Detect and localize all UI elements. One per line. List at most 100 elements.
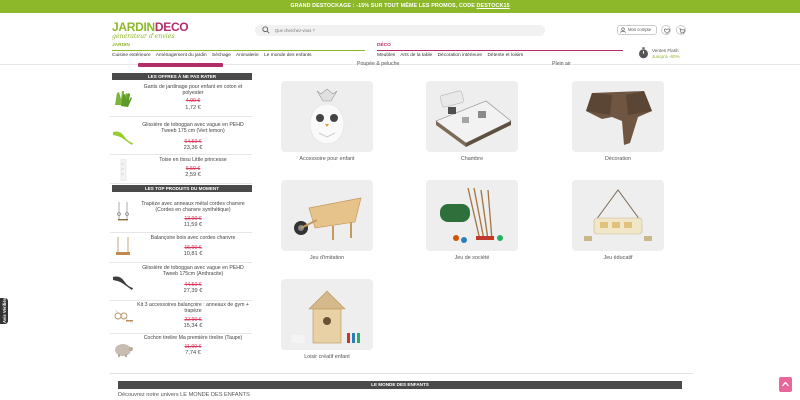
nav-item-amenagement-jardin[interactable]: Aménagement du jardin [156, 53, 207, 58]
sidebar-pink-button[interactable] [138, 63, 223, 67]
section-intro-text: Découvrez notre univers LE MONDE DES ENF… [118, 392, 250, 398]
top-product-new-price: 10,81 € [183, 251, 203, 257]
offers-heading: LES OFFRES À NE PAS RATER [112, 73, 252, 80]
nav-item-detente-loisirs[interactable]: Détente et loisirs [487, 53, 523, 58]
search-icon[interactable] [262, 26, 270, 34]
top-product-name[interactable]: Trapèze avec anneaux métal cordes chanvr… [135, 201, 251, 214]
category-image[interactable] [572, 180, 664, 251]
elephant-head-picture [586, 91, 652, 145]
owl-lamp-picture [309, 88, 345, 145]
account-label: Mon compte [628, 27, 652, 32]
user-icon [620, 27, 626, 33]
category-image[interactable] [426, 180, 518, 251]
cart-button[interactable] [676, 25, 686, 35]
flash-sales-discount: Jusqu'à -60% [652, 53, 680, 59]
nav-deco-divider [377, 50, 623, 51]
logo-jardin: JARDIN [112, 20, 155, 34]
top-product-item[interactable]: Cochon tirelire Ma première tirelire (Ta… [110, 335, 252, 365]
top-product-name[interactable]: Balançoire bois avec cordes chanvre [135, 235, 251, 242]
category-label[interactable]: Chambre [411, 156, 533, 162]
top-product-item[interactable]: Glissière de toboggan avec vague en PEHD… [110, 265, 252, 301]
top-product-item[interactable]: Kit 3 accessoires balançoire : anneaux d… [110, 301, 252, 334]
category-image[interactable] [426, 81, 518, 152]
nav-item-animalerie[interactable]: Animalerie [236, 53, 259, 58]
nav-deco-title[interactable]: DÉCO [377, 43, 391, 48]
flash-sales-link[interactable]: Ventes Flash Jusqu'à -60% [638, 46, 680, 64]
category-label-plein-air[interactable]: Plein air [552, 61, 571, 67]
nav-item-meubles[interactable]: Meubles [377, 53, 395, 58]
top-product-name[interactable]: Glissière de toboggan avec vague en PEHD… [135, 265, 251, 278]
educational-toy-picture [584, 189, 652, 241]
birdhouse-kit-picture [291, 290, 360, 344]
gloves-thumbnail [115, 91, 132, 107]
category-image[interactable] [572, 81, 664, 152]
slide-thumbnail [113, 131, 133, 145]
cart-icon [678, 27, 685, 34]
offer-name[interactable]: Glissière de toboggan avec vague en PEHD… [135, 122, 251, 135]
top-product-name[interactable]: Kit 3 accessoires balançoire : anneaux d… [135, 302, 251, 315]
nav-item-deco-interieure[interactable]: Décoration intérieure [438, 53, 483, 58]
search-bar[interactable] [255, 25, 545, 36]
trapeze-thumbnail [117, 202, 129, 221]
category-label-poupee[interactable]: Poupée & peluche [357, 61, 399, 67]
offer-item[interactable]: Gants de jardinage pour enfant en coton … [110, 82, 252, 117]
top-product-new-price: 15,34 € [183, 323, 203, 329]
nav-item-arts-table[interactable]: Arts de la table [400, 53, 432, 58]
verified-reviews-label: Avis Vérifiés [1, 298, 7, 323]
top-products-heading: LES TOP PRODUITS DU MOMENT [112, 185, 252, 192]
promo-text: GRAND DESTOCKAGE : -15% SUR TOUT MÊME LE… [290, 3, 477, 9]
offer-item[interactable]: Glissière de toboggan avec vague en PEHD… [110, 120, 252, 155]
height-chart-thumbnail [120, 159, 127, 181]
category-label[interactable]: Jeu éducatif [557, 255, 679, 261]
top-product-new-price: 11,59 € [183, 222, 203, 228]
site-logo[interactable]: JARDINDECO générateur d'envies [112, 20, 189, 41]
top-product-item[interactable]: Trapèze avec anneaux métal cordes chanvr… [110, 198, 252, 233]
account-button[interactable]: Mon compte [617, 25, 657, 35]
site-header: JARDINDECO générateur d'envies Mon compt… [0, 13, 800, 65]
flash-sales-title: Ventes Flash [652, 48, 679, 53]
nav-jardin-divider [112, 50, 365, 51]
nav-item-monde-enfants[interactable]: Le monde des enfants [264, 53, 311, 58]
nav-jardin-title[interactable]: JARDIN [112, 43, 130, 48]
bedding-picture [435, 90, 512, 147]
category-image[interactable] [281, 180, 373, 251]
nav-item-cuisine-exterieure[interactable]: Cuisine extérieure [112, 53, 151, 58]
offer-new-price: 1,72 € [185, 105, 201, 111]
category-label[interactable]: Loisir créatif enfant [266, 354, 388, 360]
category-label[interactable]: Accessoire pour enfant [266, 156, 388, 162]
top-product-name[interactable]: Cochon tirelire Ma première tirelire (Ta… [135, 335, 251, 342]
section-heading-monde-enfants: LE MONDE DES ENFANTS [118, 381, 682, 389]
slide-thumbnail [113, 276, 133, 290]
category-label[interactable]: Jeu d'imitation [266, 255, 388, 261]
nav-jardin-menu: Cuisine extérieure Aménagement du jardin… [112, 53, 316, 58]
offer-item[interactable]: Toise en tissu Little princesse 6,50 € 2… [110, 157, 252, 184]
promo-banner[interactable]: GRAND DESTOCKAGE : -15% SUR TOUT MÊME LE… [0, 0, 800, 13]
top-product-new-price: 7,74 € [185, 350, 201, 356]
offer-new-price: 23,36 € [183, 145, 203, 151]
verified-reviews-tab[interactable]: Avis Vérifiés [0, 298, 8, 324]
croquet-set-picture [440, 187, 503, 243]
offer-new-price: 2,59 € [185, 172, 201, 178]
category-label[interactable]: Jeu de société [411, 255, 533, 261]
offer-name[interactable]: Gants de jardinage pour enfant en coton … [135, 84, 251, 97]
top-product-new-price: 27,39 € [183, 288, 203, 294]
category-label[interactable]: Décoration [557, 156, 679, 162]
logo-deco: DECO [154, 20, 189, 34]
category-image[interactable] [281, 81, 373, 152]
stopwatch-icon [639, 47, 648, 59]
offer-name[interactable]: Toise en tissu Little princesse [135, 157, 251, 164]
category-image[interactable] [281, 279, 373, 350]
top-product-item[interactable]: Balançoire bois avec cordes chanvre 15,9… [110, 234, 252, 263]
heart-icon [663, 28, 670, 34]
search-input[interactable] [275, 25, 535, 36]
offer-old-price: 4,90 € [185, 98, 201, 104]
logo-tagline: générateur d'envies [112, 33, 175, 40]
scroll-to-top-button[interactable] [779, 377, 792, 392]
nav-item-sechage[interactable]: Séchage [212, 53, 231, 58]
wheelbarrow-picture [294, 197, 362, 240]
section-divider [110, 373, 693, 374]
promo-code[interactable]: DESTOCK15 [477, 3, 510, 9]
wishlist-button[interactable] [661, 25, 671, 35]
nav-deco-menu: Meubles Arts de la table Décoration inté… [377, 53, 527, 58]
swing-accessories-thumbnail [114, 309, 134, 325]
